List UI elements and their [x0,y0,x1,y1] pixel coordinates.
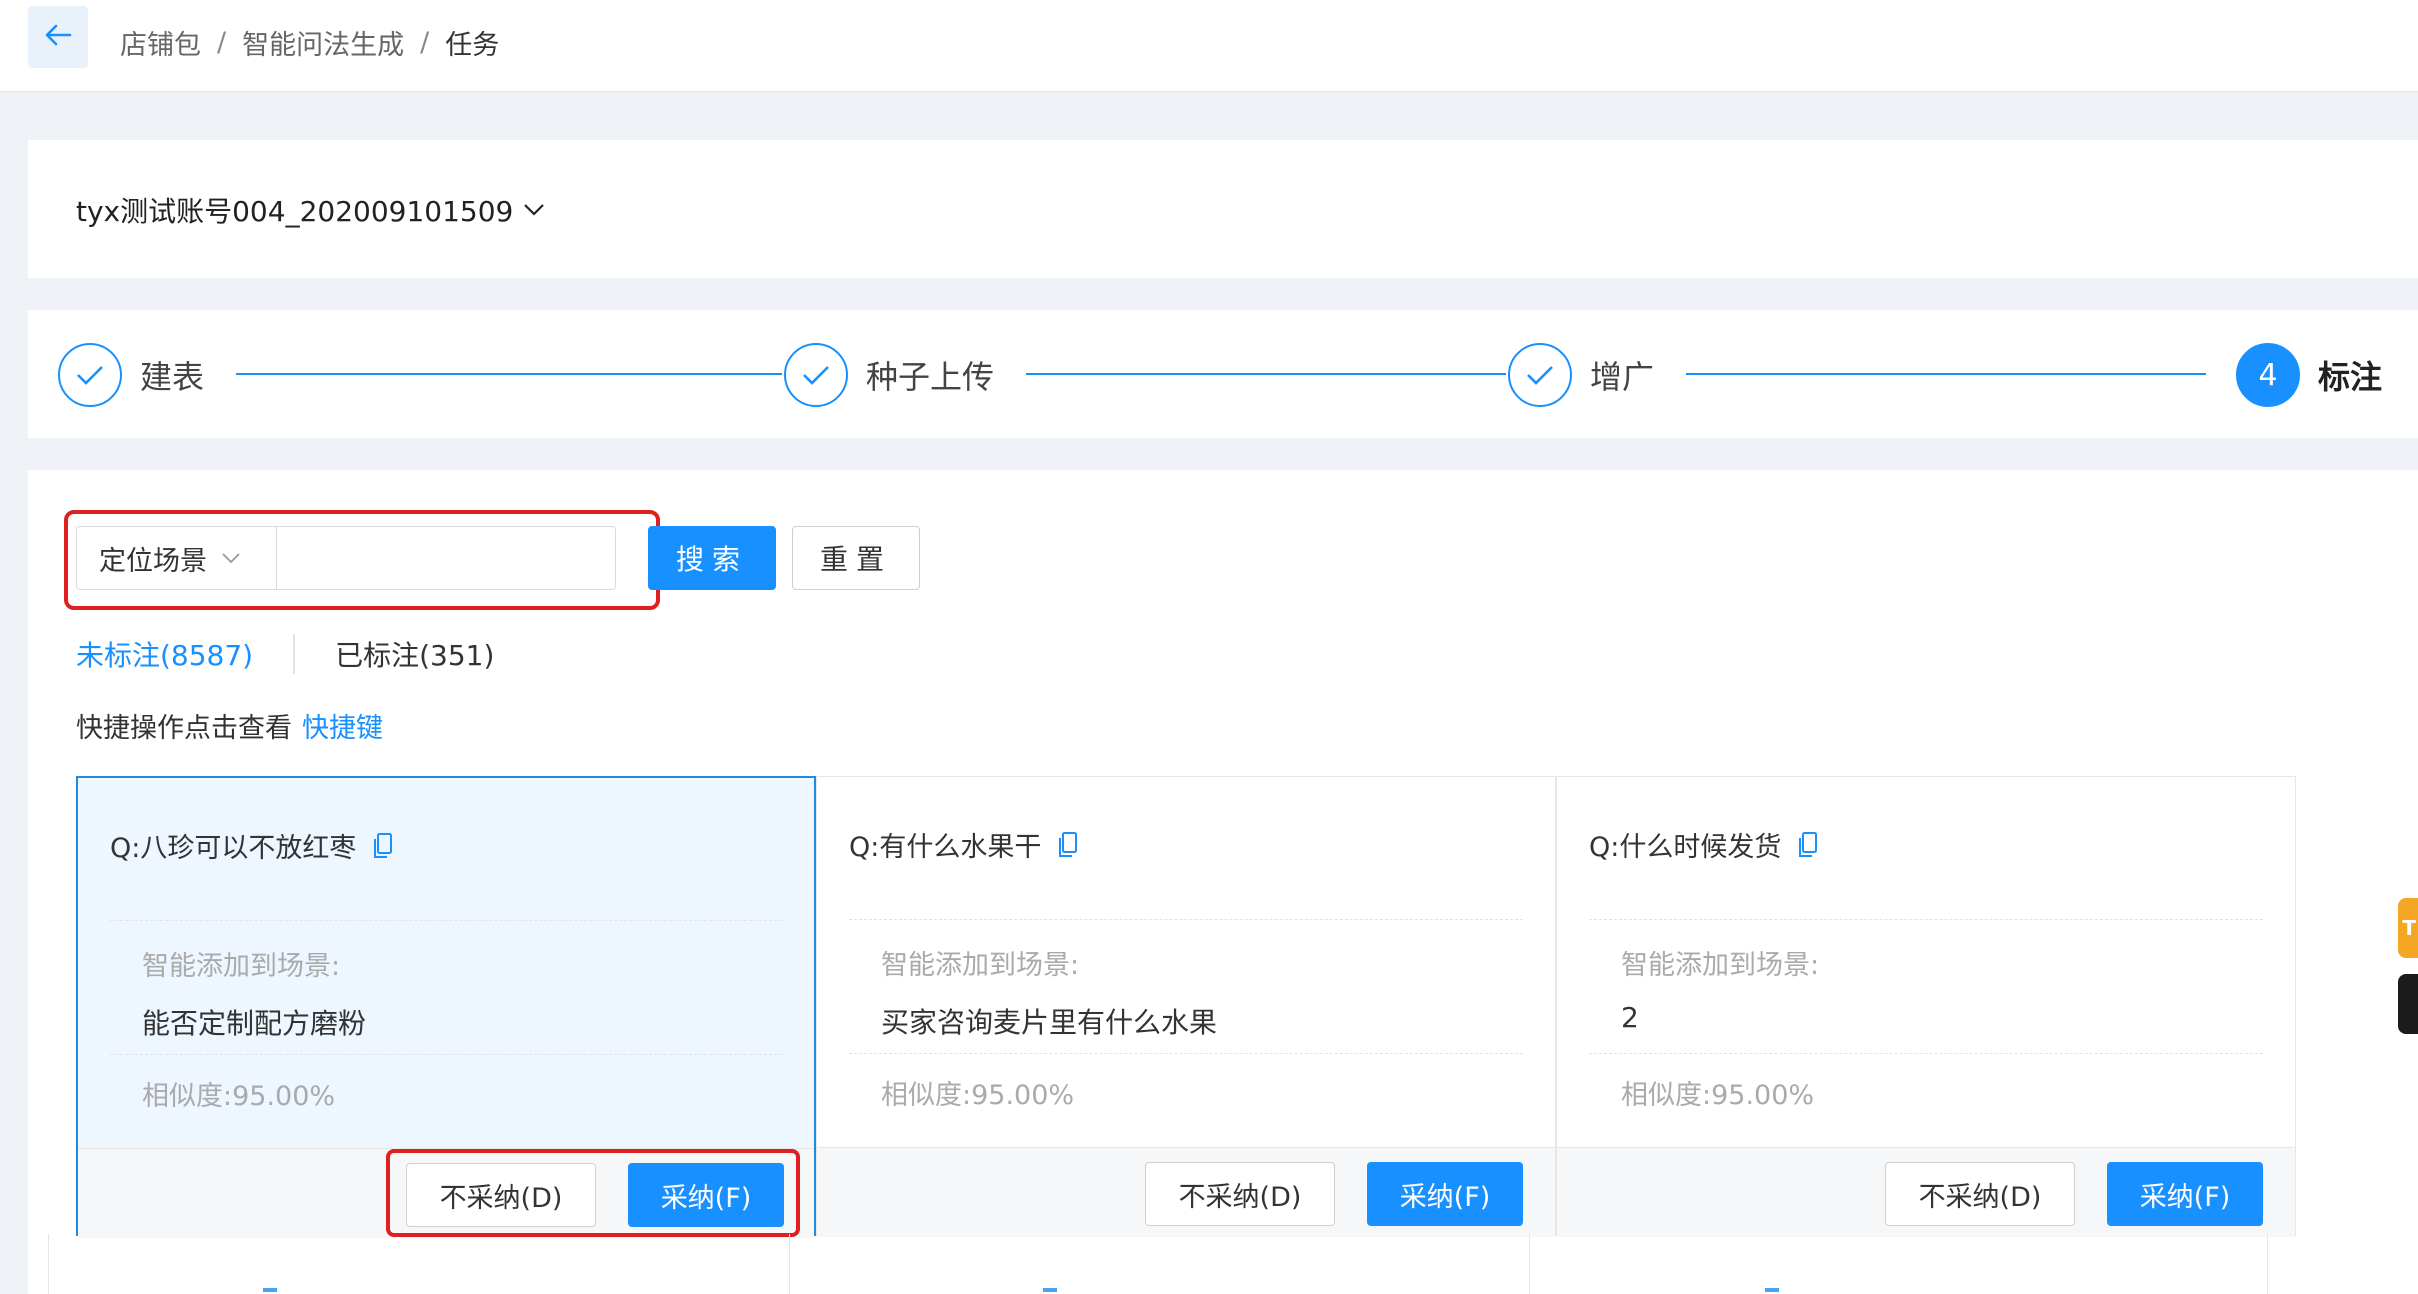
step-connector [1026,373,1506,375]
reset-button[interactable]: 重置 [792,526,920,590]
annotation-tabs: 未标注(8587) 已标注(351) [76,630,494,678]
account-name: tyx测试账号004_202009101509 [76,195,514,228]
step-number-badge: 4 [2236,343,2300,407]
step-label: 建表 [140,358,205,396]
account-card: tyx测试账号004_202009101509 [28,140,2418,278]
question-text: Q:八珍可以不放红枣 [110,833,357,864]
check-icon [1508,343,1572,407]
step-label: 标注 [2318,358,2383,396]
steps-progress: 建表 种子上传 增广 4 标注 [28,310,2418,438]
copy-icon [1765,1288,1779,1292]
copy-icon[interactable] [1797,831,1819,859]
shortcut-hint: 快捷操作点击查看 快捷键 [76,706,383,745]
question-card[interactable]: Q:有什么水果干 智能添加到场景: 买家咨询麦片里有什么水果 相似度:95.00… [816,776,1556,1237]
accept-button[interactable]: 采纳(F) [2107,1162,2263,1226]
scene-label: 智能添加到场景: [881,950,1080,981]
floating-help-tab[interactable]: T [2398,898,2418,958]
account-select[interactable]: tyx测试账号004_202009101509 [76,188,545,232]
tab-unannotated[interactable]: 未标注(8587) [76,634,253,674]
arrow-left-icon [44,23,72,51]
step-connector [1686,373,2206,375]
shortcut-keys-link[interactable]: 快捷键 [302,713,383,744]
breadcrumb-separator: / [217,26,227,58]
search-button[interactable]: 搜索 [648,526,776,590]
similarity-text: 相似度:95.00% [1621,1080,1815,1111]
search-input[interactable] [276,526,616,590]
divider [1529,1234,1530,1294]
accept-button[interactable]: 采纳(F) [628,1163,784,1227]
scene-type-value: 定位场景 [99,545,207,577]
breadcrumb-item-smart-question[interactable]: 智能问法生成 [242,23,404,62]
check-icon [784,343,848,407]
next-card-row [48,1234,2268,1294]
scene-value: 买家咨询麦片里有什么水果 [881,1006,1218,1039]
scene-label: 智能添加到场景: [1621,950,1820,981]
divider [110,920,782,921]
divider [849,1053,1523,1054]
step-augment: 增广 [1508,342,1654,408]
chevron-down-icon [221,552,241,564]
reject-button[interactable]: 不采纳(D) [406,1163,596,1227]
similarity-text: 相似度:95.00% [881,1080,1075,1111]
divider [1589,1053,2263,1054]
breadcrumb-separator: / [420,26,430,58]
reject-button[interactable]: 不采纳(D) [1885,1162,2075,1226]
divider [1589,919,2263,920]
copy-icon [263,1288,277,1292]
step-connector [236,373,782,375]
question-card[interactable]: Q:八珍可以不放红枣 智能添加到场景: 能否定制配方磨粉 相似度:95.00% … [76,776,816,1238]
question-text: Q:有什么水果干 [849,832,1042,863]
step-label: 种子上传 [866,358,995,396]
question-card[interactable]: Q:什么时候发货 智能添加到场景: 2 相似度:95.00% 不采纳(D) 采纳… [1556,776,2296,1237]
copy-icon[interactable] [1057,831,1079,859]
card-actions: 不采纳(D) 采纳(F) [78,1148,814,1238]
question-text: Q:什么时候发货 [1589,832,1782,863]
tab-divider [293,634,296,674]
copy-icon [1043,1288,1057,1292]
similarity-text: 相似度:95.00% [142,1081,336,1112]
reject-button[interactable]: 不采纳(D) [1145,1162,1335,1226]
check-icon [58,343,122,407]
question-title: Q:有什么水果干 [849,825,1079,864]
divider [789,1234,790,1294]
shortcut-hint-text: 快捷操作点击查看 [76,713,292,744]
question-title: Q:八珍可以不放红枣 [110,826,394,865]
chevron-down-icon [523,203,545,217]
step-build-table: 建表 [58,342,204,408]
scene-type-select[interactable]: 定位场景 [76,526,276,590]
breadcrumb: 店铺包 / 智能问法生成 / 任务 [120,22,499,62]
top-header: 店铺包 / 智能问法生成 / 任务 [0,0,2418,92]
floating-feedback-tab[interactable] [2398,974,2418,1034]
tab-annotated[interactable]: 已标注(351) [335,634,494,674]
copy-icon[interactable] [372,832,394,860]
breadcrumb-item-store-package[interactable]: 店铺包 [120,23,201,62]
step-label: 增广 [1590,358,1655,396]
step-annotate: 4 标注 [2236,342,2382,408]
floating-tab-letter: T [2402,916,2416,940]
annotation-panel: 定位场景 搜索 重置 未标注(8587) 已标注(351) 快捷操作点击查看 快捷… [28,470,2418,1294]
card-actions: 不采纳(D) 采纳(F) [1557,1147,2295,1237]
scene-value: 能否定制配方磨粉 [142,1007,367,1040]
accept-button[interactable]: 采纳(F) [1367,1162,1523,1226]
question-title: Q:什么时候发货 [1589,825,1819,864]
breadcrumb-item-task: 任务 [445,29,500,61]
step-seed-upload: 种子上传 [784,342,994,408]
card-actions: 不采纳(D) 采纳(F) [817,1147,1555,1237]
back-button[interactable] [28,6,88,68]
scene-label: 智能添加到场景: [142,951,341,982]
scene-value: 2 [1621,1001,1639,1034]
divider [110,1054,782,1055]
divider [849,919,1523,920]
